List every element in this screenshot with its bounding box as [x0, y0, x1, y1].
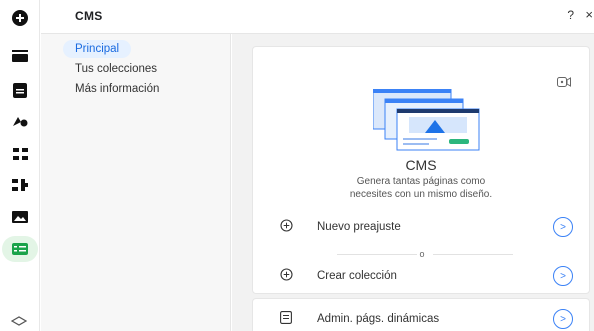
page-title: CMS — [75, 9, 103, 23]
chevron-right-icon[interactable]: > — [553, 309, 573, 329]
new-preset-action[interactable]: Nuevo preajuste > — [253, 213, 589, 241]
panel-header: CMS ? × — [41, 0, 594, 34]
card-description: Genera tantas páginas como necesites con… — [253, 176, 589, 201]
or-divider: o — [277, 249, 567, 261]
cms-intro-card: CMS Genera tantas páginas como necesites… — [252, 46, 590, 294]
cms-panel: CMS ? × Principal Tus colecciones Más in… — [0, 0, 594, 331]
add-icon[interactable] — [8, 6, 32, 30]
help-button[interactable]: ? — [567, 8, 574, 22]
nav-item-collections[interactable]: Tus colecciones — [75, 63, 157, 75]
plus-circle-icon — [280, 268, 293, 286]
dynamic-pages-label: Admin. págs. dinámicas — [317, 313, 440, 325]
chevron-right-icon[interactable]: > — [553, 266, 573, 286]
plus-circle-icon — [280, 219, 293, 237]
or-label: o — [419, 249, 425, 259]
create-collection-label: Crear colección — [317, 270, 397, 282]
nav-item-principal[interactable]: Principal — [63, 40, 132, 58]
icon-rail — [0, 0, 40, 331]
cms-illustration — [372, 88, 483, 156]
media-icon[interactable] — [8, 205, 32, 229]
video-icon[interactable] — [557, 74, 571, 92]
cms-icon[interactable] — [2, 236, 38, 262]
new-preset-label: Nuevo preajuste — [317, 221, 401, 233]
dynamic-pages-card: Admin. págs. dinámicas > — [252, 298, 590, 331]
close-button[interactable]: × — [585, 7, 593, 22]
cms-nav: Principal Tus colecciones Más informació… — [41, 34, 231, 331]
card-description-line: necesites con un mismo diseño. — [349, 188, 493, 200]
plugins-icon[interactable] — [8, 173, 32, 197]
card-title: CMS — [405, 157, 437, 173]
pages-icon[interactable] — [8, 78, 32, 102]
layers-icon[interactable] — [10, 313, 28, 331]
main-content: CMS Genera tantas páginas como necesites… — [232, 34, 594, 331]
chevron-right-icon[interactable]: > — [553, 217, 573, 237]
sections-icon[interactable] — [8, 44, 32, 68]
nav-item-more-info[interactable]: Más información — [75, 83, 159, 95]
create-collection-action[interactable]: Crear colección > — [253, 262, 589, 290]
dynamic-pages-action[interactable]: Admin. págs. dinámicas > — [253, 305, 589, 331]
design-icon[interactable] — [8, 109, 32, 133]
apps-icon[interactable] — [8, 142, 32, 166]
card-description-line: Genera tantas páginas como — [356, 176, 486, 187]
page-icon — [280, 311, 292, 329]
